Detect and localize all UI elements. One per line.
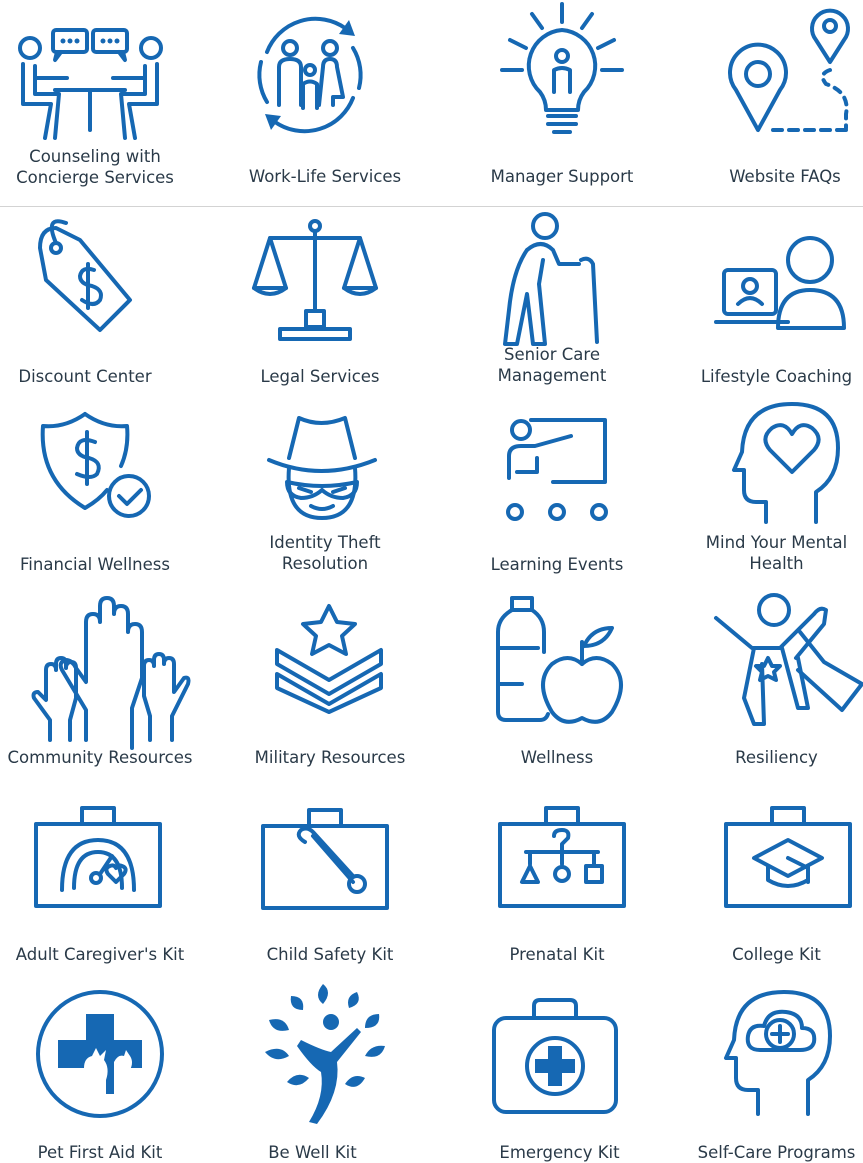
lightbulb-person-icon	[492, 0, 632, 140]
tile-child-safety-kit[interactable]: Child Safety Kit	[225, 790, 425, 970]
tile-mental-health[interactable]: Mind Your Mental Health	[690, 400, 863, 580]
tile-label: Work-Life Services	[248, 167, 402, 186]
tile-label: Child Safety Kit	[266, 945, 394, 964]
tile-label: Be Well Kit	[268, 1143, 357, 1162]
tile-label: Manager Support	[490, 167, 634, 186]
tile-wellness[interactable]: Wellness	[462, 590, 662, 770]
tile-label: Discount Center	[18, 367, 152, 386]
price-tag-icon	[30, 218, 150, 338]
tile-self-care-programs[interactable]: Self-Care Programs	[690, 980, 863, 1162]
tile-label: Legal Services	[260, 367, 380, 386]
tile-financial-wellness[interactable]: Financial Wellness	[0, 400, 200, 580]
leaf-person-icon	[261, 980, 391, 1124]
tile-label: Learning Events	[490, 555, 624, 574]
tile-label: Identity Theft Resolution	[269, 533, 381, 573]
tile-label: Community Resources	[7, 748, 193, 767]
tile-military-resources[interactable]: Military Resources	[225, 590, 425, 770]
senior-cane-icon	[497, 210, 607, 346]
tile-lifestyle-coaching[interactable]: Lifestyle Coaching	[690, 210, 863, 390]
tile-legal-services[interactable]: Legal Services	[225, 210, 425, 390]
tile-prenatal-kit[interactable]: Prenatal Kit	[462, 790, 662, 970]
water-apple-icon	[492, 594, 632, 724]
tile-website-faqs[interactable]: Website FAQs	[690, 0, 863, 200]
masked-spy-icon	[265, 406, 379, 526]
tile-label: Prenatal Kit	[509, 945, 605, 964]
tile-college-kit[interactable]: College Kit	[690, 790, 863, 970]
tile-adult-caregiver-kit[interactable]: Adult Caregiver's Kit	[0, 790, 210, 970]
shield-dollar-icon	[35, 408, 155, 523]
tile-label: Self-Care Programs	[697, 1143, 856, 1162]
tile-label: Emergency Kit	[499, 1143, 620, 1162]
tile-label: Counseling with Concierge Services	[16, 147, 174, 187]
chevron-star-icon	[273, 602, 385, 714]
tile-identity-theft[interactable]: Identity Theft Resolution	[225, 400, 425, 580]
tile-senior-care[interactable]: Senior Care Management	[462, 210, 662, 390]
pet-cross-icon	[32, 986, 168, 1122]
tile-label: Wellness	[520, 748, 594, 767]
tile-learning-events[interactable]: Learning Events	[462, 400, 662, 580]
tile-label: Financial Wellness	[20, 555, 170, 574]
head-heart-icon	[732, 400, 842, 525]
tile-counseling[interactable]: Counseling with Concierge Services	[0, 0, 200, 200]
tile-label: Lifestyle Coaching	[700, 367, 853, 386]
tile-manager-support[interactable]: Manager Support	[462, 0, 662, 200]
tile-be-well-kit[interactable]: Be Well Kit	[225, 980, 425, 1162]
tile-label: Mind Your Mental Health	[705, 533, 848, 573]
kit-safety-pin-icon	[259, 806, 391, 911]
kit-grad-cap-icon	[722, 804, 854, 909]
tile-label: College Kit	[732, 945, 821, 964]
tile-label: Senior Care Management	[497, 345, 607, 385]
tile-emergency-kit[interactable]: Emergency Kit	[462, 980, 662, 1162]
first-aid-kit-icon	[490, 996, 620, 1116]
video-coach-icon	[712, 230, 852, 335]
tile-label: Pet First Aid Kit	[37, 1143, 163, 1162]
tile-label: Adult Caregiver's Kit	[15, 945, 185, 964]
kit-gauge-icon	[32, 804, 164, 909]
tile-resiliency[interactable]: Resiliency	[690, 590, 863, 770]
head-cloud-plus-icon	[724, 988, 834, 1118]
tile-pet-first-aid-kit[interactable]: Pet First Aid Kit	[0, 980, 200, 1162]
presentation-icon	[497, 416, 617, 526]
raised-hands-icon	[30, 596, 191, 750]
tile-label: Website FAQs	[729, 167, 841, 186]
map-pins-icon	[728, 0, 863, 140]
section-divider	[0, 206, 863, 207]
counseling-icon	[15, 8, 165, 140]
family-cycle-icon	[245, 10, 375, 140]
tile-label: Resiliency	[735, 748, 818, 767]
tile-label: Military Resources	[254, 748, 406, 767]
kit-baby-mobile-icon	[496, 804, 628, 909]
tile-work-life[interactable]: Work-Life Services	[225, 0, 425, 200]
scales-icon	[250, 214, 380, 342]
superhero-icon	[710, 590, 863, 730]
tile-community-resources[interactable]: Community Resources	[0, 590, 210, 770]
tile-discount-center[interactable]: Discount Center	[0, 210, 200, 390]
